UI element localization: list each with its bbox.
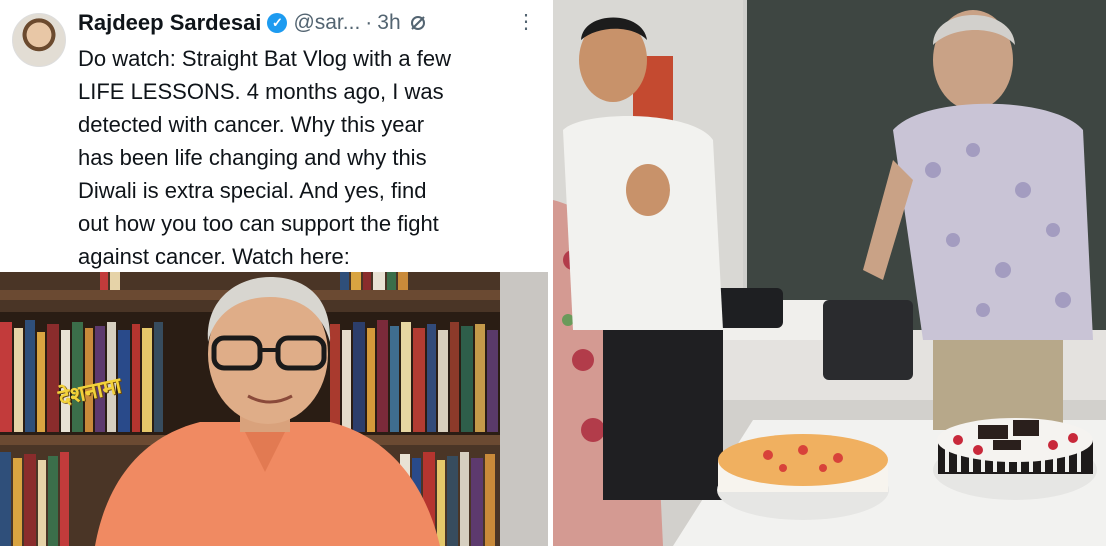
tweet-time[interactable]: 3h [377, 11, 400, 35]
author-handle[interactable]: @sar... [293, 11, 360, 35]
separator-dot: · [365, 11, 373, 34]
celebration-photo [553, 0, 1106, 546]
video-thumbnail[interactable] [0, 272, 548, 546]
more-options-icon[interactable]: ⋮ [516, 12, 536, 32]
mute-icon [409, 14, 427, 32]
tweet-card: Rajdeep Sardesai ✓ @sar... · 3h ⋮ Do wat… [0, 0, 548, 546]
author-avatar[interactable] [12, 13, 66, 67]
tweet-text: Do watch: Straight Bat Vlog with a few L… [78, 46, 451, 269]
verified-badge-icon: ✓ [267, 13, 288, 33]
tweet-header: Rajdeep Sardesai ✓ @sar... · 3h [78, 8, 427, 38]
author-name[interactable]: Rajdeep Sardesai [78, 10, 261, 36]
